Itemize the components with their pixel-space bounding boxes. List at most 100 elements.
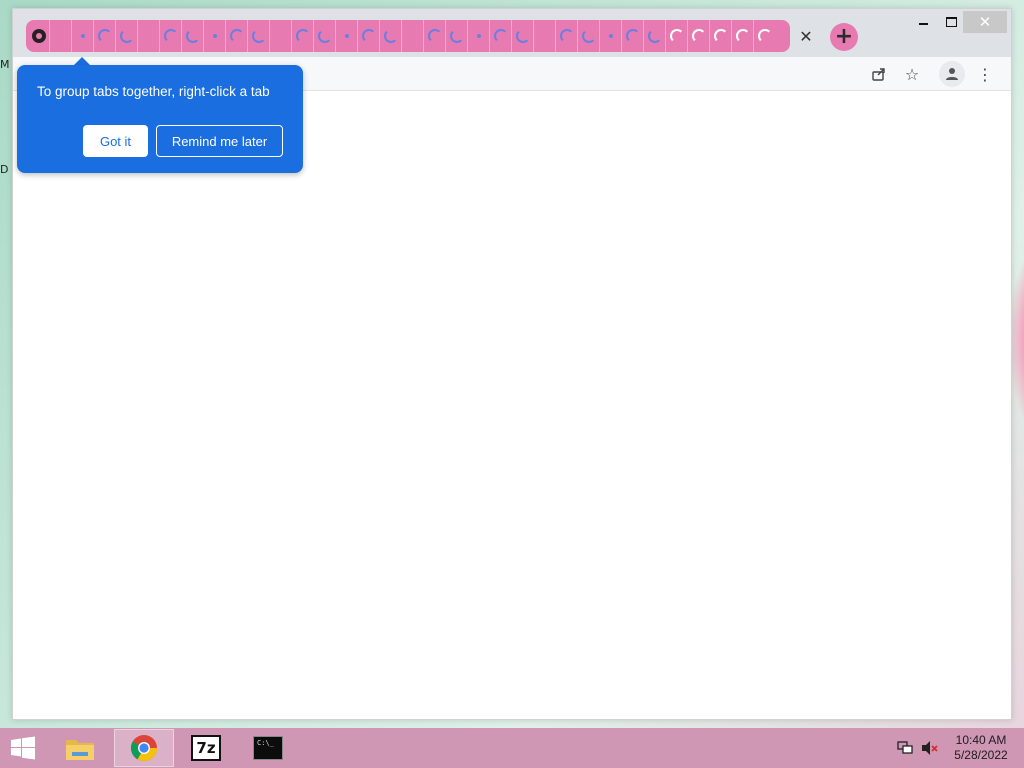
loading-spinner-icon xyxy=(538,29,552,43)
tab[interactable] xyxy=(600,20,622,52)
profile-icon-graphic xyxy=(946,68,958,80)
tab[interactable] xyxy=(754,20,776,52)
tab[interactable] xyxy=(116,20,138,52)
remind-me-later-button[interactable]: Remind me later xyxy=(156,125,283,157)
tab[interactable] xyxy=(50,20,72,52)
7zip-icon: 7z xyxy=(191,735,221,761)
taskbar: 7z C:\_ 10:40 AM 5/28/2022 xyxy=(0,728,1024,768)
tab[interactable] xyxy=(248,20,270,52)
tab[interactable] xyxy=(182,20,204,52)
7zip-taskbar-button[interactable]: 7z xyxy=(176,729,236,767)
network-icon[interactable] xyxy=(897,740,915,756)
command-prompt-taskbar-button[interactable]: C:\_ xyxy=(238,729,298,767)
tab[interactable] xyxy=(402,20,424,52)
tab[interactable] xyxy=(28,20,50,52)
loading-spinner-icon xyxy=(251,29,266,43)
tab[interactable] xyxy=(468,20,490,52)
clock-date: 5/28/2022 xyxy=(954,748,1008,762)
tab[interactable] xyxy=(226,20,248,52)
tab[interactable] xyxy=(578,20,600,52)
tab[interactable] xyxy=(666,20,688,52)
close-window-button[interactable]: ✕ xyxy=(963,11,1007,33)
volume-muted-icon[interactable] xyxy=(921,740,939,756)
tab-group-strip[interactable] xyxy=(26,20,790,52)
chrome-logo-icon xyxy=(130,735,158,762)
share-icon[interactable] xyxy=(867,62,891,86)
chrome-taskbar-button[interactable] xyxy=(114,729,174,767)
title-bar: ✕ + ✕ xyxy=(13,9,1011,57)
tab[interactable] xyxy=(490,20,512,52)
tab[interactable] xyxy=(292,20,314,52)
tab[interactable] xyxy=(270,20,292,52)
loading-spinner-icon xyxy=(142,29,156,43)
share-icon-graphic xyxy=(872,68,885,81)
tab-close-button[interactable]: ✕ xyxy=(796,26,816,46)
loading-spinner-icon xyxy=(581,29,596,43)
loading-spinner-icon xyxy=(493,29,508,43)
tab[interactable] xyxy=(710,20,732,52)
blank-icon xyxy=(54,29,68,43)
loading-spinner-icon xyxy=(625,29,640,43)
tab[interactable] xyxy=(72,20,94,52)
loading-spinner-icon xyxy=(647,29,662,43)
tab[interactable] xyxy=(204,20,226,52)
loading-spinner-icon xyxy=(317,29,332,43)
loading-spinner-icon xyxy=(229,29,244,43)
terminal-icon-label: C:\_ xyxy=(257,739,274,747)
github-icon xyxy=(31,29,46,43)
loading-spinner-icon xyxy=(559,29,574,43)
loading-spinner-icon xyxy=(212,34,217,38)
folder-icon xyxy=(66,740,94,760)
loading-spinner-icon xyxy=(97,29,112,43)
tab[interactable] xyxy=(688,20,710,52)
tab[interactable] xyxy=(556,20,578,52)
page-content xyxy=(13,91,1011,719)
tab[interactable] xyxy=(424,20,446,52)
tab[interactable] xyxy=(622,20,644,52)
loading-spinner-icon xyxy=(185,29,200,43)
system-clock[interactable]: 10:40 AM 5/28/2022 xyxy=(948,733,1014,763)
network-icon-graphic xyxy=(897,741,913,754)
promo-message: To group tabs together, right-click a ta… xyxy=(37,84,270,99)
7zip-icon-label: 7z xyxy=(196,739,216,757)
loading-spinner-icon xyxy=(427,29,442,43)
tab[interactable] xyxy=(336,20,358,52)
loading-spinner-icon xyxy=(691,29,706,43)
loading-spinner-icon xyxy=(713,29,728,43)
loading-spinner-icon xyxy=(476,34,481,38)
loading-spinner-icon xyxy=(608,34,613,38)
loading-spinner-icon xyxy=(361,29,376,43)
tab[interactable] xyxy=(138,20,160,52)
new-tab-button[interactable]: + xyxy=(830,23,858,51)
menu-kebab-icon[interactable]: ⋮ xyxy=(973,62,997,86)
file-explorer-taskbar-button[interactable] xyxy=(50,729,110,767)
tab[interactable] xyxy=(358,20,380,52)
windows-start-button[interactable] xyxy=(8,736,38,760)
volume-muted-icon-graphic xyxy=(922,741,938,755)
tab[interactable] xyxy=(534,20,556,52)
tab[interactable] xyxy=(314,20,336,52)
tab[interactable] xyxy=(732,20,754,52)
loading-spinner-icon xyxy=(383,29,398,43)
loading-spinner-icon xyxy=(758,29,772,43)
loading-spinner-icon xyxy=(119,29,134,43)
loading-spinner-icon xyxy=(295,29,310,43)
tab[interactable] xyxy=(380,20,402,52)
loading-spinner-icon xyxy=(669,29,684,43)
bookmark-star-icon[interactable]: ☆ xyxy=(900,62,924,86)
tab-groups-promo-bubble: To group tabs together, right-click a ta… xyxy=(17,65,303,173)
profile-icon[interactable] xyxy=(939,61,965,87)
tab[interactable] xyxy=(94,20,116,52)
loading-spinner-icon xyxy=(449,29,464,43)
windows-logo-icon xyxy=(11,736,35,760)
loading-spinner-icon xyxy=(80,34,85,38)
tab[interactable] xyxy=(512,20,534,52)
got-it-button[interactable]: Got it xyxy=(83,125,148,157)
clock-time: 10:40 AM xyxy=(955,733,1007,747)
desktop-icon-label-fragment: M xyxy=(0,58,10,71)
tab[interactable] xyxy=(644,20,666,52)
tab[interactable] xyxy=(160,20,182,52)
tab[interactable] xyxy=(446,20,468,52)
loading-spinner-icon xyxy=(735,29,750,43)
wallpaper-decoration xyxy=(1010,240,1024,440)
